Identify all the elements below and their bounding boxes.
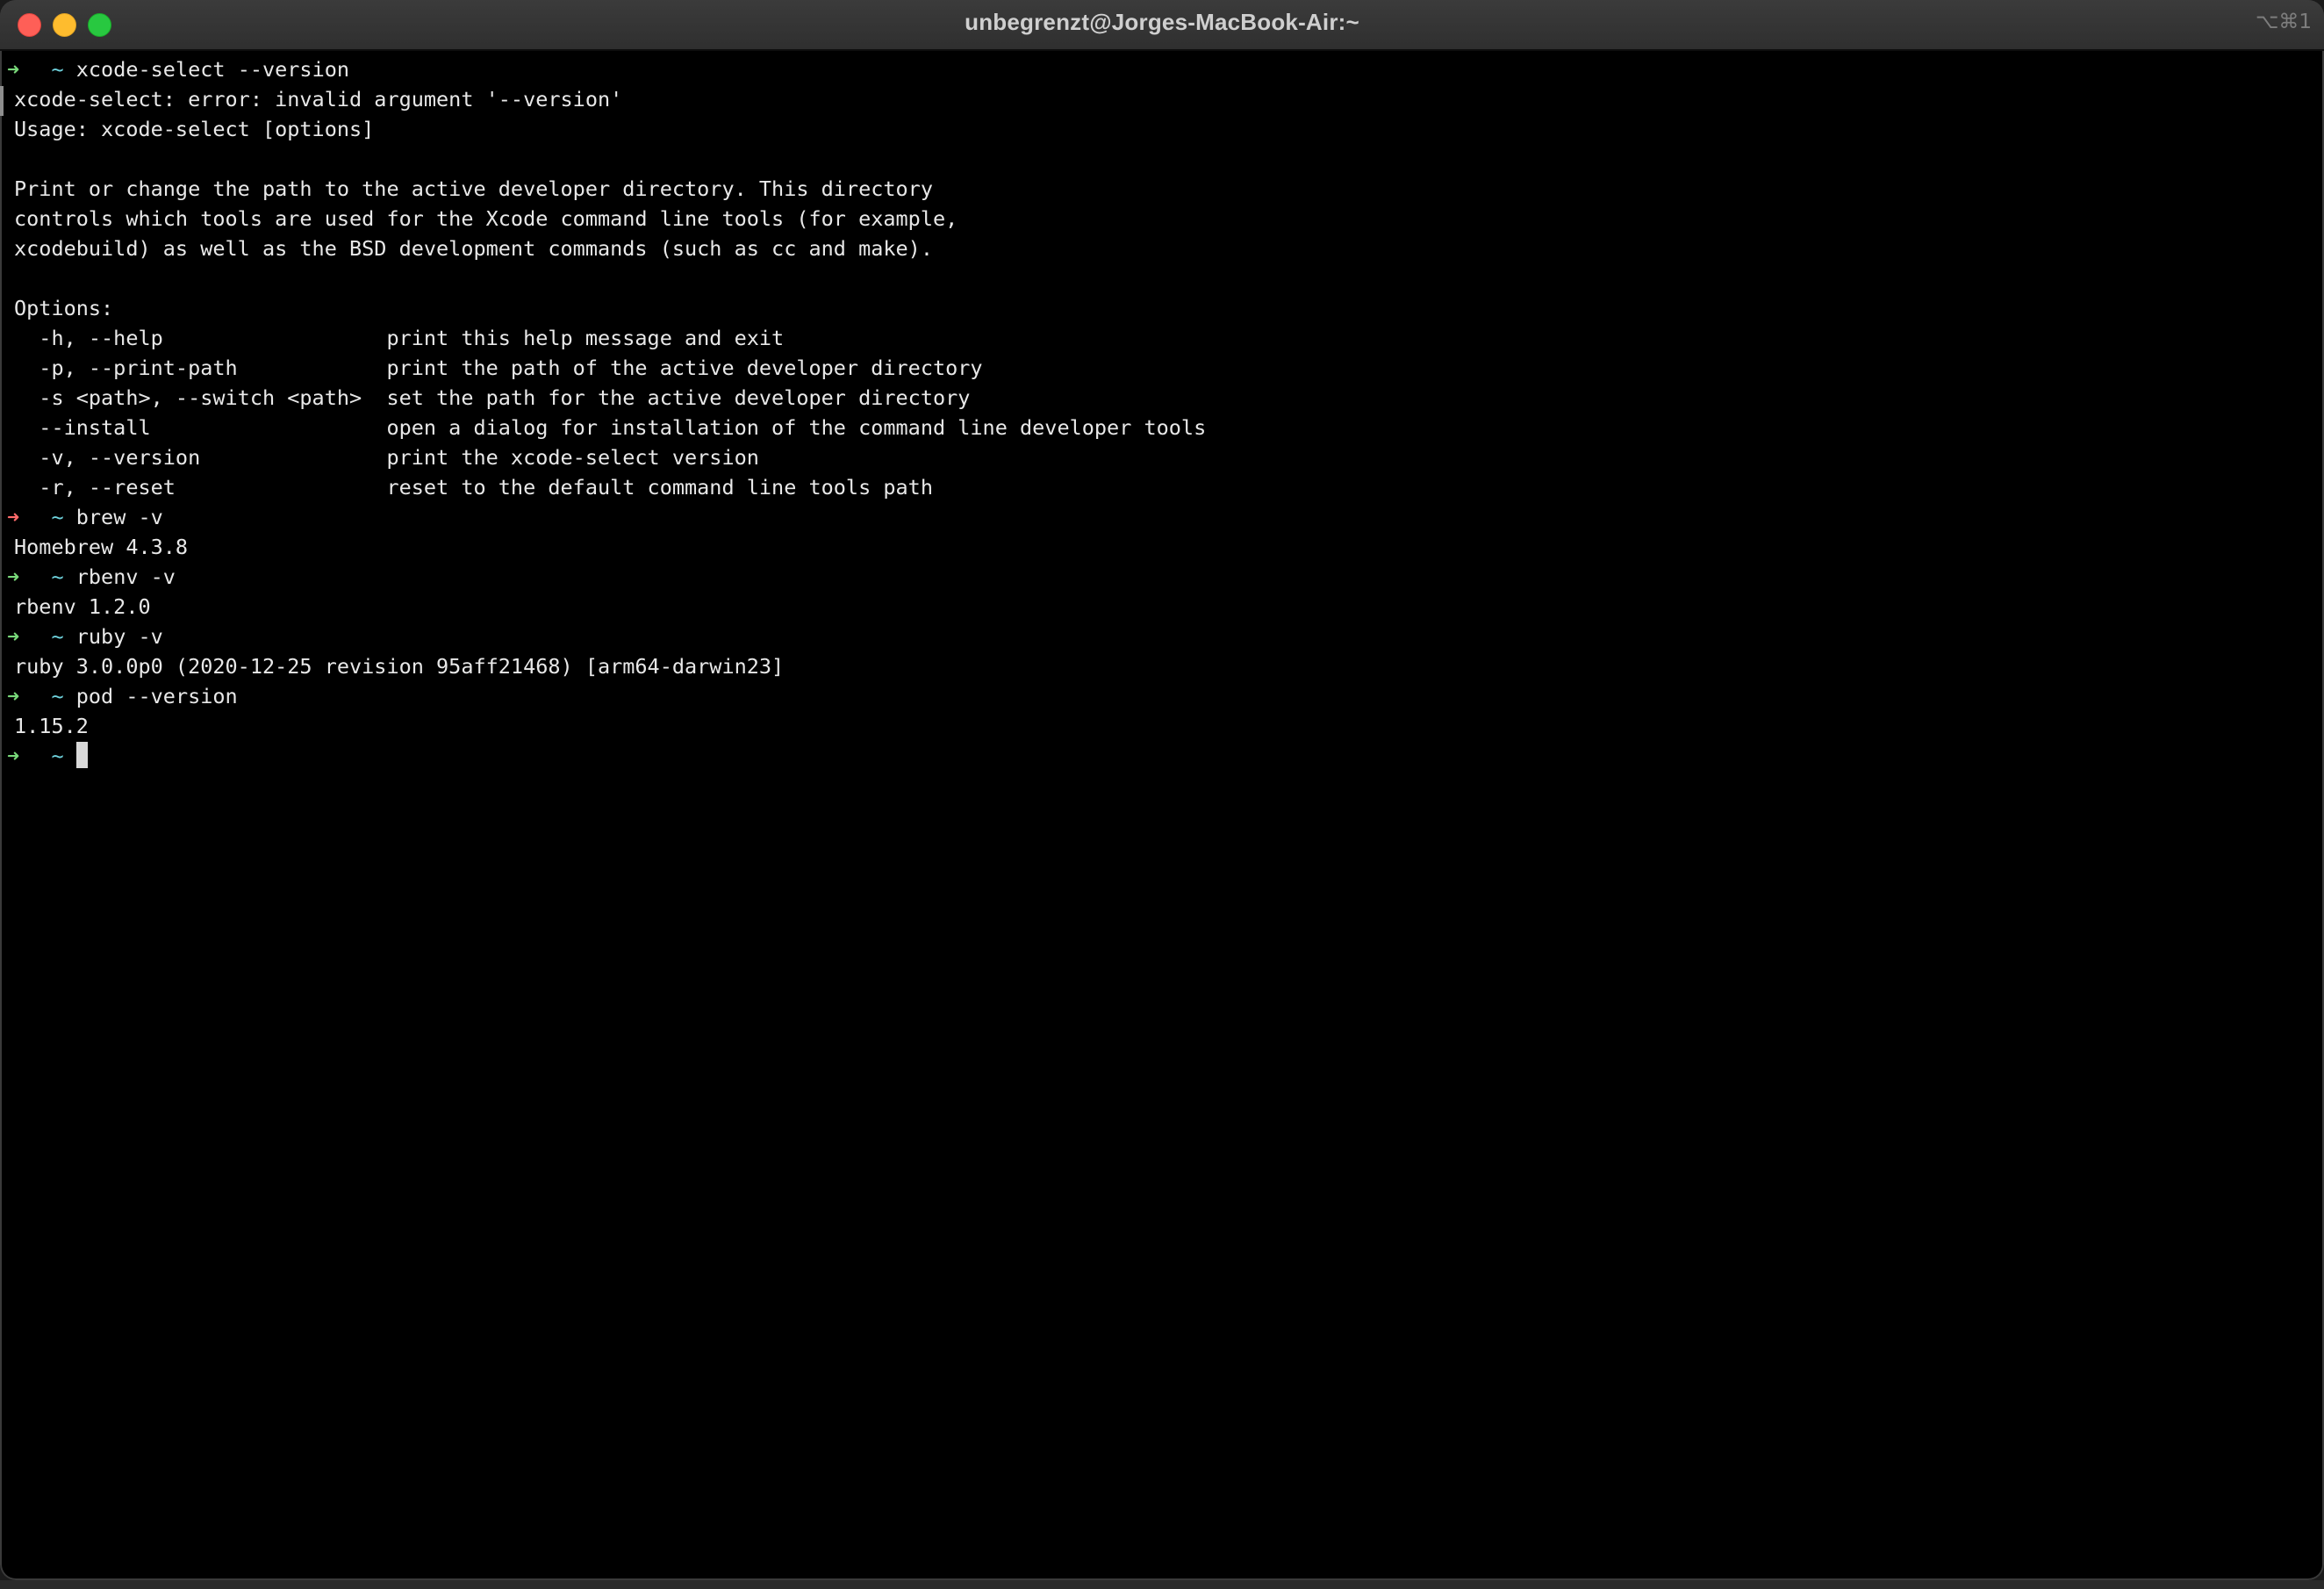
output-line: -h, --help print this help message and e… [14,323,2324,353]
output-text: -s <path>, --switch <path> set the path … [14,385,971,410]
prompt-directory: ~ [51,624,64,649]
output-line: xcodebuild) as well as the BSD developme… [14,234,2324,263]
output-line: --install open a dialog for installation… [14,413,2324,442]
prompt-line: ➜ ~ brew -v [7,502,2324,532]
prompt-arrow-icon: ➜ [7,744,20,768]
output-text: Homebrew 4.3.8 [14,535,189,559]
terminal-window: unbegrenzt@Jorges-MacBook-Air:~ ⌥⌘1 ➜ ~ … [0,0,2324,1580]
output-text: controls which tools are used for the Xc… [14,206,958,231]
command-text: brew -v [75,505,163,529]
command-text: ruby -v [75,624,163,649]
prompt-directory: ~ [51,744,64,768]
output-text: Options: [14,296,114,320]
output-text: -h, --help print this help message and e… [14,326,785,350]
prompt-line: ➜ ~ [7,741,2324,771]
output-line: controls which tools are used for the Xc… [14,204,2324,234]
output-text: -r, --reset reset to the default command… [14,475,933,500]
output-line: rbenv 1.2.0 [14,592,2324,622]
command-text: pod --version [75,684,238,708]
prompt-arrow-icon: ➜ [7,624,20,649]
output-line: ruby 3.0.0p0 (2020-12-25 revision 95aff2… [14,651,2324,681]
desktop-edge [0,1580,2324,1589]
prompt-line: ➜ ~ ruby -v [7,622,2324,651]
window-shortcut-label: ⌥⌘1 [2255,11,2312,33]
prompt-line: ➜ ~ xcode-select --version [7,54,2324,84]
output-text: -v, --version print the xcode-select ver… [14,445,759,470]
prompt-line: ➜ ~ pod --version [7,681,2324,711]
output-line: Usage: xcode-select [options] [14,114,2324,144]
output-text: 1.15.2 [14,714,89,738]
prompt-arrow-icon: ➜ [7,564,20,589]
prompt-directory: ~ [51,57,64,82]
output-text: --install open a dialog for installation… [14,415,1207,440]
output-text: Print or change the path to the active d… [14,176,933,201]
output-line: 1.15.2 [14,711,2324,741]
text-cursor[interactable] [75,742,88,768]
window-title: unbegrenzt@Jorges-MacBook-Air:~ [965,9,1359,35]
output-text: rbenv 1.2.0 [14,594,151,619]
command-text: xcode-select --version [75,57,350,82]
output-text: -p, --print-path print the path of the a… [14,356,983,380]
title-bar[interactable]: unbegrenzt@Jorges-MacBook-Air:~ ⌥⌘1 [0,0,2324,51]
output-line: Options: [14,293,2324,323]
output-line: -v, --version print the xcode-select ver… [14,442,2324,472]
output-line: -s <path>, --switch <path> set the path … [14,383,2324,413]
prompt-directory: ~ [51,684,64,708]
output-line: -r, --reset reset to the default command… [14,472,2324,502]
output-text: xcodebuild) as well as the BSD developme… [14,236,933,261]
prompt-arrow-icon: ➜ [7,684,20,708]
prompt-line: ➜ ~ rbenv -v [7,562,2324,592]
output-line: -p, --print-path print the path of the a… [14,353,2324,383]
output-text: Usage: xcode-select [options] [14,117,375,141]
prompt-directory: ~ [51,564,64,589]
prompt-directory: ~ [51,505,64,529]
command-text: rbenv -v [75,564,176,589]
output-line: Print or change the path to the active d… [14,174,2324,204]
output-text: ruby 3.0.0p0 (2020-12-25 revision 95aff2… [14,654,785,679]
output-line: Homebrew 4.3.8 [14,532,2324,562]
output-line: xcode-select: error: invalid argument '-… [14,84,2324,114]
output-text: xcode-select: error: invalid argument '-… [14,87,623,111]
prompt-arrow-icon: ➜ [7,57,20,82]
terminal-content[interactable]: ➜ ~ xcode-select --version xcode-select: … [0,54,2324,1573]
prompt-arrow-icon: ➜ [7,505,20,529]
